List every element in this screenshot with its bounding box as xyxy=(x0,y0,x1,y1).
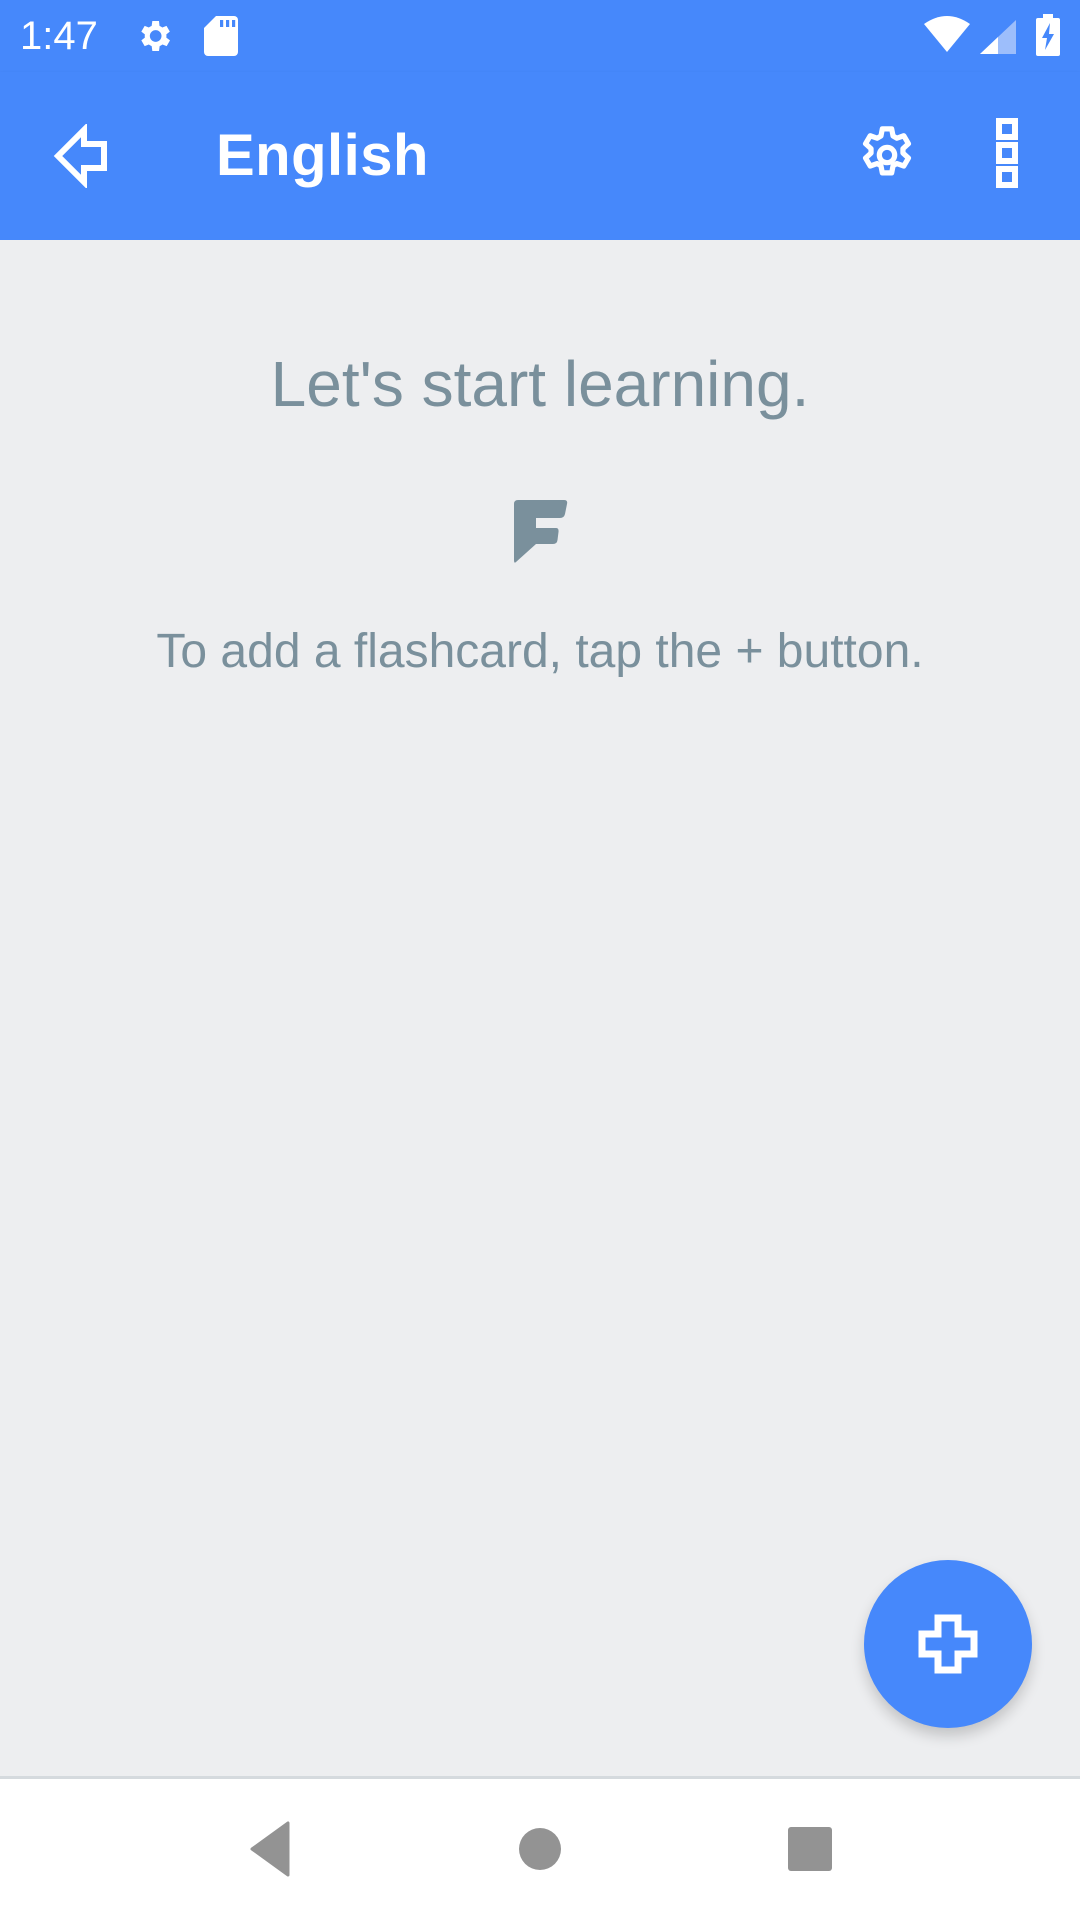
status-time: 1:47 xyxy=(20,14,98,58)
sd-card-icon xyxy=(204,16,238,61)
nav-recents-icon xyxy=(788,1827,832,1871)
nav-home-button[interactable] xyxy=(490,1799,590,1899)
arrow-back-icon xyxy=(53,122,107,190)
nav-recents-button[interactable] xyxy=(760,1799,860,1899)
app-bar: English xyxy=(0,72,1080,240)
wifi-icon xyxy=(924,16,970,59)
system-nav-bar xyxy=(0,1776,1080,1923)
status-bar: 1:47 xyxy=(0,0,1080,72)
settings-gear-icon xyxy=(134,16,174,61)
nav-home-icon xyxy=(519,1828,561,1870)
settings-button[interactable] xyxy=(854,122,920,193)
nav-back-icon xyxy=(250,1821,290,1877)
page-title: English xyxy=(216,123,429,188)
more-vert-icon xyxy=(996,118,1018,188)
battery-charging-icon xyxy=(1036,14,1060,61)
empty-state-hint: To add a flashcard, tap the + button. xyxy=(156,625,924,678)
add-flashcard-button[interactable] xyxy=(864,1560,1032,1728)
empty-state-headline: Let's start learning. xyxy=(270,348,810,420)
back-button[interactable] xyxy=(52,122,116,193)
nav-back-button[interactable] xyxy=(218,1799,318,1899)
empty-state: Let's start learning. To add a flashcard… xyxy=(0,240,1080,1776)
plus-icon xyxy=(918,1614,978,1674)
flashcard-logo-icon xyxy=(512,498,568,569)
cell-signal-icon xyxy=(980,20,1016,59)
more-options-button[interactable] xyxy=(996,118,1030,199)
settings-icon xyxy=(862,126,912,176)
